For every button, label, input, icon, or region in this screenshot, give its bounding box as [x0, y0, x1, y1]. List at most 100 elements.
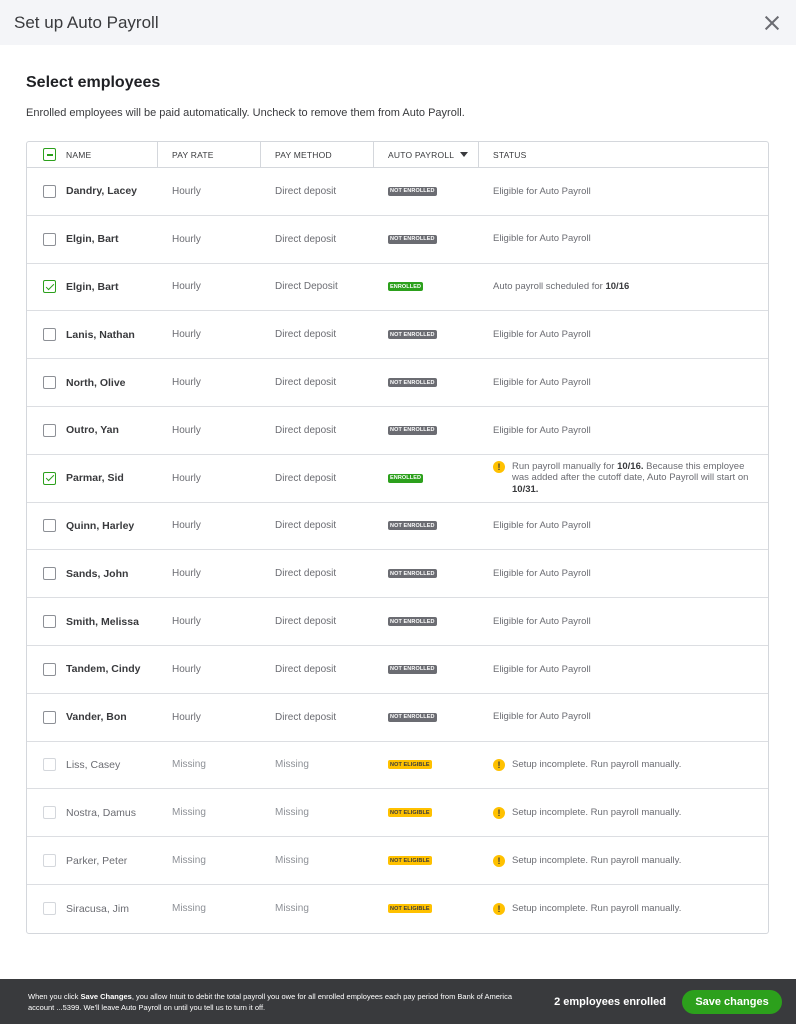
pay-rate-cell: Hourly: [172, 568, 201, 580]
employee-name: North, Olive: [66, 376, 126, 389]
enroll-checkbox[interactable]: [43, 567, 56, 581]
status-text: Run payroll manually for 10/16. Because …: [512, 461, 768, 496]
status-content: ! Setup incomplete. Run payroll manually.: [493, 854, 695, 867]
text-fragment: Auto payroll scheduled for: [493, 281, 606, 293]
auto-payroll-cell: NOT ELIGIBLE: [374, 837, 479, 884]
enroll-checkbox[interactable]: [43, 376, 56, 390]
enroll-checkbox: [43, 806, 56, 820]
pay-rate-cell: Missing: [172, 807, 206, 819]
enroll-checkbox[interactable]: [43, 471, 56, 485]
enroll-checkbox[interactable]: [43, 710, 56, 724]
status-text: Eligible for Auto Payroll: [493, 186, 605, 198]
header-pay-method: PAY METHOD: [261, 142, 374, 167]
table-row: North, Olive Hourly Direct deposit NOT ENRO…: [27, 359, 768, 407]
table-row: Lanis, Nathan Hourly Direct deposit NOT ENR…: [27, 311, 768, 360]
enroll-checkbox[interactable]: [43, 232, 56, 246]
pay-rate-cell: Hourly: [172, 281, 201, 293]
status-badge: NOT ENROLLED: [388, 569, 437, 579]
table-row: Dandry, Lacey Hourly Direct deposit NOT ENR…: [27, 168, 768, 216]
status-content: Eligible for Auto Payroll: [493, 520, 605, 532]
table-row: Parmar, Sid Hourly Direct deposit ENROLLED!…: [27, 455, 768, 503]
select-all-checkbox[interactable]: [43, 148, 56, 161]
name-cell: Dandry, Lacey: [27, 168, 158, 215]
pay-method-cell: Direct deposit: [275, 520, 337, 532]
pay-rate-cell: Hourly: [172, 329, 201, 341]
pay-rate-cell: Hourly: [172, 377, 201, 389]
auto-payroll-cell: NOT ENROLLED: [374, 646, 479, 693]
status-cell: ! Run payroll manually for 10/16. Because…: [479, 455, 768, 502]
status-content: Eligible for Auto Payroll: [493, 664, 605, 676]
text-fragment: Eligible for Auto Payroll: [493, 568, 591, 580]
status-badge: NOT ELIGIBLE: [388, 904, 432, 914]
enroll-checkbox[interactable]: [43, 615, 56, 629]
enroll-checkbox[interactable]: [43, 280, 56, 294]
pay-method-cell: Direct deposit: [275, 663, 337, 675]
status-cell: Eligible for Auto Payroll: [479, 216, 768, 263]
status-cell: Eligible for Auto Payroll: [479, 168, 768, 215]
pay-method-cell: Direct Deposit: [275, 281, 338, 293]
employee-name: Liss, Casey: [66, 758, 121, 771]
pay-rate-cell: Hourly: [172, 185, 201, 197]
name-cell: Elgin, Bart: [27, 264, 158, 311]
warning-icon: !: [493, 758, 505, 771]
status-content: Eligible for Auto Payroll: [493, 616, 605, 628]
header-status: STATUS: [493, 149, 527, 160]
status-text: Eligible for Auto Payroll: [493, 520, 605, 532]
employee-name: Siracusa, Jim: [66, 902, 130, 915]
pay-rate-cell: Hourly: [172, 233, 201, 245]
header-pay-rate: PAY RATE: [158, 142, 261, 167]
status-badge: NOT ELIGIBLE: [388, 760, 432, 770]
name-cell: Liss, Casey: [27, 742, 158, 789]
status-badge: NOT ENROLLED: [388, 425, 437, 435]
employee-name: Quinn, Harley: [66, 519, 135, 532]
enroll-checkbox[interactable]: [43, 328, 56, 342]
header-auto-payroll[interactable]: AUTO PAYROLL: [374, 142, 479, 167]
status-content: Eligible for Auto Payroll: [493, 377, 605, 389]
table-row: Quinn, Harley Hourly Direct deposit NOT ENR…: [27, 503, 768, 551]
pay-rate-cell: Hourly: [172, 520, 201, 532]
status-text: Eligible for Auto Payroll: [493, 568, 605, 580]
pay-method-cell: Missing: [275, 807, 309, 819]
enroll-checkbox[interactable]: [43, 184, 56, 198]
enroll-checkbox: [43, 854, 56, 868]
close-icon[interactable]: [764, 15, 780, 31]
status-cell: Eligible for Auto Payroll: [479, 311, 768, 358]
auto-payroll-cell: NOT ENROLLED: [374, 598, 479, 645]
status-cell: ! Setup incomplete. Run payroll manually.: [479, 789, 768, 836]
enroll-checkbox[interactable]: [43, 662, 56, 676]
status-cell: Eligible for Auto Payroll: [479, 503, 768, 550]
status-cell: Eligible for Auto Payroll: [479, 646, 768, 693]
text-fragment: Setup incomplete. Run payroll manually.: [512, 759, 682, 771]
enroll-checkbox[interactable]: [43, 423, 56, 437]
footer-bar: When you click Save Changes, you allow I…: [0, 979, 796, 1024]
table-row: Siracusa, Jim Missing Missing NOT ELIGIBLE!…: [27, 885, 768, 933]
status-text: Eligible for Auto Payroll: [493, 664, 605, 676]
header-name-label: NAME: [66, 149, 92, 160]
save-changes-button[interactable]: Save changes: [682, 989, 782, 1014]
status-text: Eligible for Auto Payroll: [493, 377, 605, 389]
status-text: Eligible for Auto Payroll: [493, 711, 605, 723]
auto-payroll-cell: NOT ENROLLED: [374, 503, 479, 550]
pay-rate-cell: Missing: [172, 855, 206, 867]
status-text: Eligible for Auto Payroll: [493, 329, 605, 341]
pay-rate-cell: Hourly: [172, 424, 201, 436]
table-row: Smith, Melissa Hourly Direct deposit NOT EN…: [27, 598, 768, 646]
status-badge: NOT ENROLLED: [388, 712, 437, 722]
status-content: Eligible for Auto Payroll: [493, 568, 605, 580]
employee-name: Lanis, Nathan: [66, 328, 135, 341]
status-badge: ENROLLED: [388, 282, 424, 292]
status-text: Setup incomplete. Run payroll manually.: [512, 903, 695, 915]
status-text: Auto payroll scheduled for 10/16: [493, 281, 643, 293]
text-fragment: Setup incomplete. Run payroll manually.: [512, 807, 682, 818]
table-row: Elgin, Bart Hourly Direct deposit NOT ENROL…: [27, 216, 768, 264]
enroll-checkbox[interactable]: [43, 519, 56, 533]
caret-down-icon[interactable]: [460, 152, 469, 157]
auto-payroll-cell: NOT ENROLLED: [374, 311, 479, 358]
name-cell: Parmar, Sid: [27, 455, 158, 502]
enroll-checkbox: [43, 902, 56, 916]
pay-method-cell: Missing: [275, 759, 309, 771]
text-fragment: When you click: [28, 991, 81, 1001]
name-cell: Nostra, Damus: [27, 789, 158, 836]
header-name: NAME: [27, 142, 158, 167]
employee-name: Elgin, Bart: [66, 233, 119, 246]
